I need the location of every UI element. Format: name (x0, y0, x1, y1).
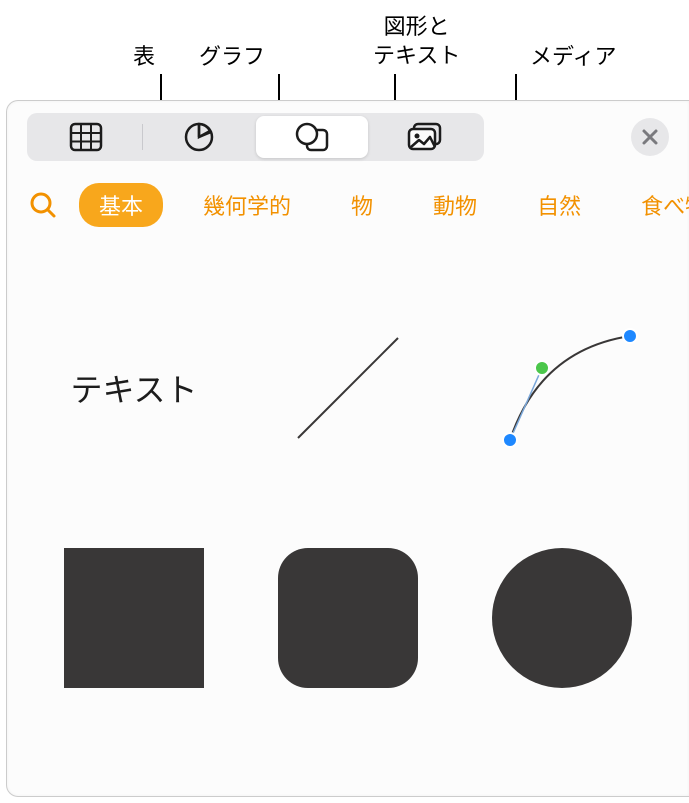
callout-table: 表 (133, 43, 155, 72)
category-row[interactable]: 基本 幾何学的 物 動物 自然 食べ物 (7, 171, 689, 243)
square-icon (64, 548, 204, 688)
category-animals[interactable]: 動物 (413, 183, 497, 227)
callout-chart: グラフ (199, 43, 265, 72)
close-button[interactable] (631, 118, 669, 156)
shape-line[interactable] (268, 308, 428, 468)
text-shape-label: テキスト (70, 365, 197, 411)
search-icon (29, 191, 57, 219)
close-icon (641, 128, 659, 146)
shapes-icon (294, 121, 330, 153)
curve-with-handles-icon (482, 308, 642, 468)
media-icon (406, 121, 444, 153)
category-objects[interactable]: 物 (331, 183, 393, 227)
table-tab[interactable] (30, 116, 142, 158)
callout-labels: 表 グラフ 図形と テキスト メディア (0, 0, 689, 105)
insert-panel: 基本 幾何学的 物 動物 自然 食べ物 テキスト (6, 100, 689, 797)
category-food[interactable]: 食べ物 (621, 183, 689, 227)
shape-curve[interactable] (482, 308, 642, 468)
callout-media: メディア (530, 43, 616, 72)
shapes-tab[interactable] (256, 116, 368, 158)
shape-text[interactable]: テキスト (54, 308, 214, 468)
chart-tab[interactable] (143, 116, 255, 158)
pie-chart-icon (183, 121, 215, 153)
media-tab[interactable] (369, 116, 481, 158)
toolbar-row (7, 101, 689, 171)
category-basic[interactable]: 基本 (79, 183, 163, 227)
shape-rounded-square[interactable] (268, 538, 428, 698)
shapes-grid: テキスト (7, 243, 689, 763)
callout-shapes-text: 図形と テキスト (373, 13, 460, 70)
shape-circle[interactable] (482, 538, 642, 698)
table-icon (69, 122, 103, 152)
rounded-square-icon (278, 548, 418, 688)
category-geometric[interactable]: 幾何学的 (183, 183, 311, 227)
search-button[interactable] (27, 189, 59, 221)
insert-segmented-control (27, 113, 484, 161)
circle-icon (492, 548, 632, 688)
line-icon (278, 318, 418, 458)
category-nature[interactable]: 自然 (517, 183, 601, 227)
shape-square[interactable] (54, 538, 214, 698)
